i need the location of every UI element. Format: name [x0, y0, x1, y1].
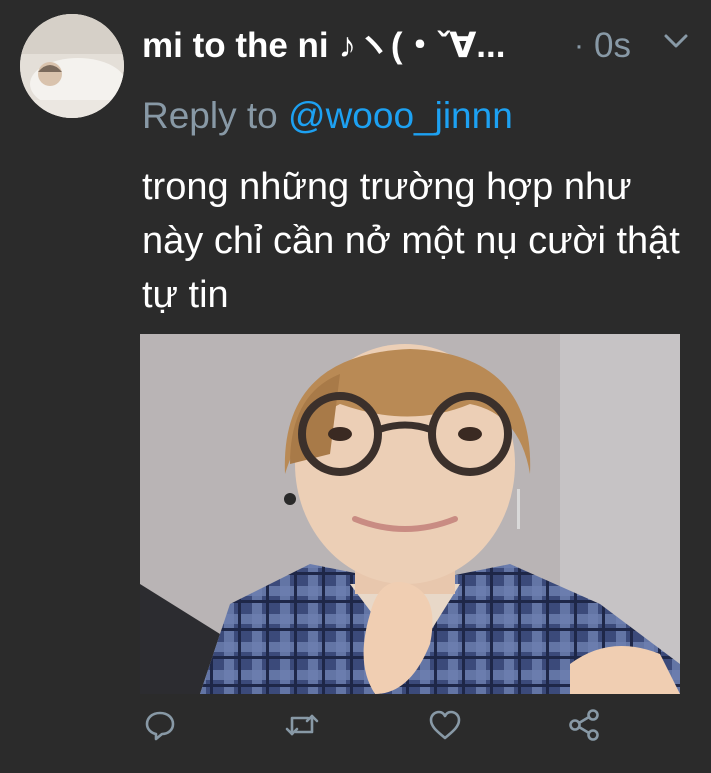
- retweet-icon: [284, 708, 320, 742]
- chevron-down-icon[interactable]: [660, 28, 692, 52]
- display-name[interactable]: mi to the ni ♪ヽ(・ˇ∀...: [142, 24, 505, 68]
- share-icon: [567, 708, 601, 742]
- tweet-media[interactable]: [140, 334, 680, 694]
- heart-icon: [428, 708, 462, 742]
- share-button[interactable]: [564, 705, 604, 745]
- reply-handle-link[interactable]: @wooo_jinnn: [288, 95, 513, 136]
- reply-button[interactable]: [140, 705, 180, 745]
- tweet-header: mi to the ni ♪ヽ(・ˇ∀... · 0s: [142, 20, 692, 72]
- avatar-image: [20, 14, 124, 118]
- avatar[interactable]: [20, 14, 124, 118]
- retweet-button[interactable]: [282, 705, 322, 745]
- like-button[interactable]: [425, 705, 465, 745]
- timestamp[interactable]: 0s: [594, 24, 631, 68]
- reply-icon: [143, 708, 177, 742]
- tweet-text: trong những trường hợp như này chỉ cần n…: [142, 166, 680, 316]
- reply-prefix: Reply to: [142, 95, 278, 136]
- tweet-actions: [140, 705, 610, 749]
- tweet-photo: [140, 334, 680, 694]
- reply-context: Reply to @wooo_jinnn: [142, 92, 513, 140]
- separator-dot: ·: [574, 29, 584, 62]
